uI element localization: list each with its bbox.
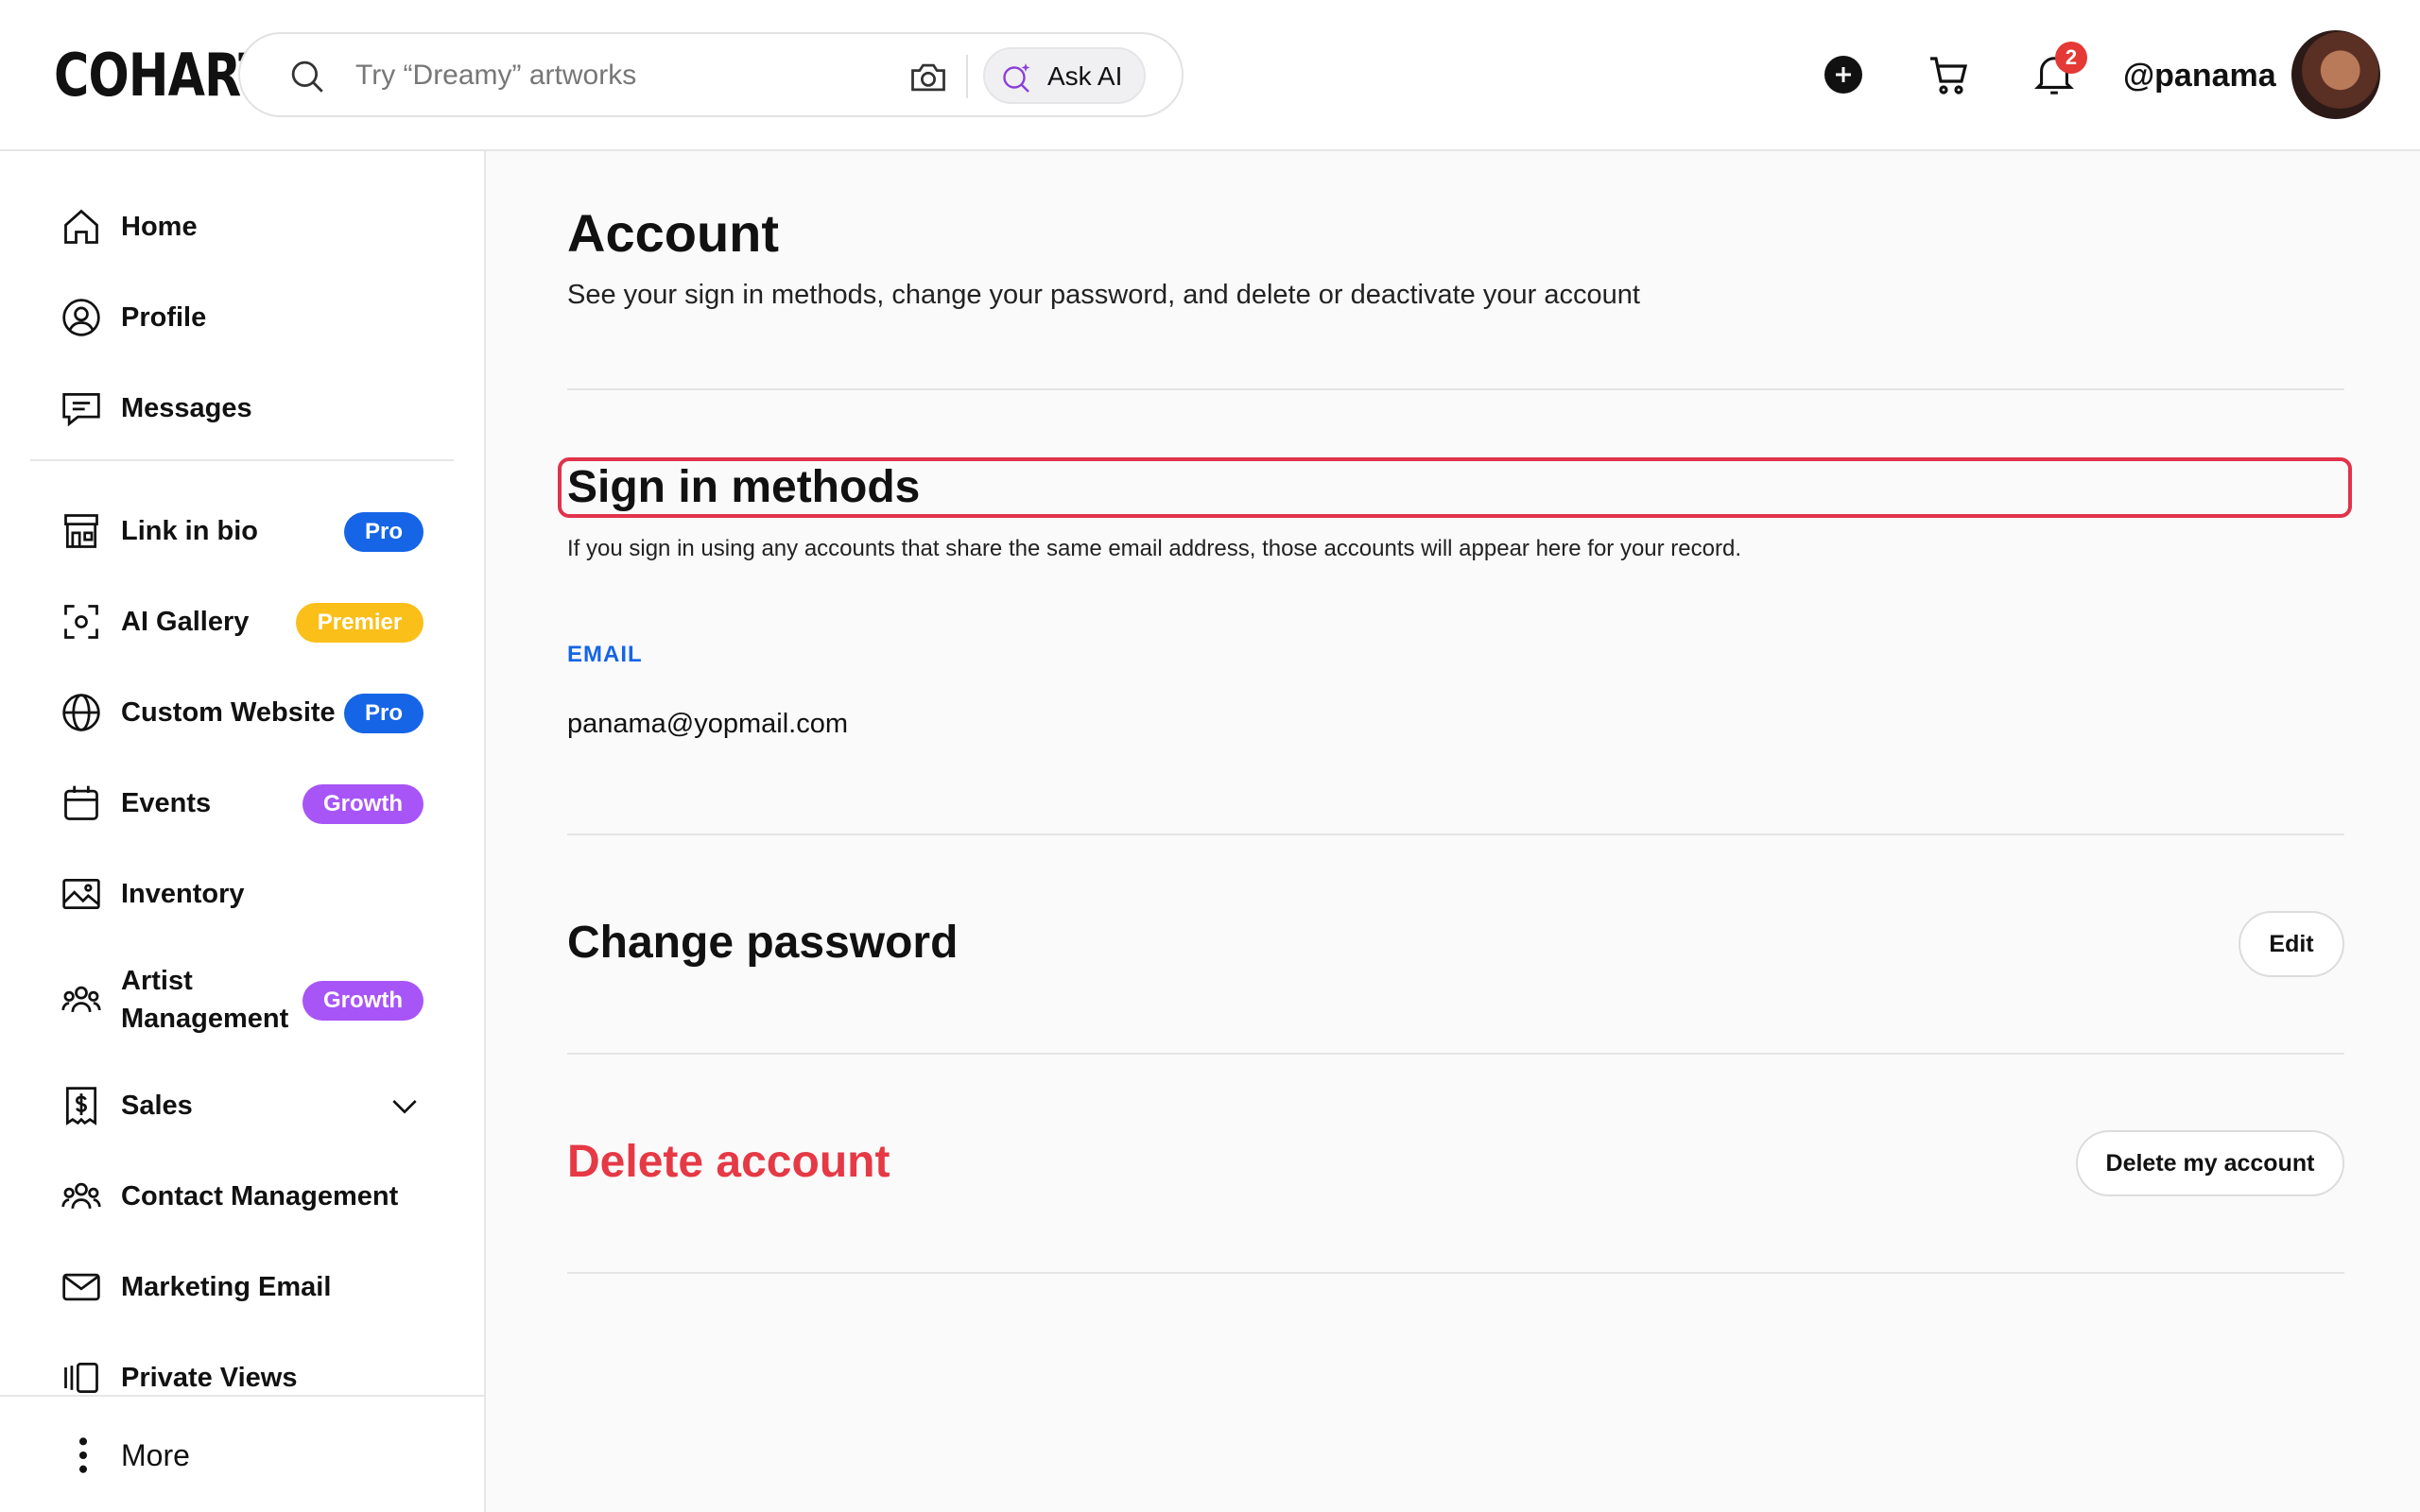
search-input[interactable]: Try “Dreamy” artworks [355,56,636,95]
avatar[interactable] [2291,30,2380,119]
sign-in-methods-description: If you sign in using any accounts that s… [567,536,1741,561]
search-bar[interactable]: Try “Dreamy” artworks Ask AI [238,32,1184,117]
label-line-2: Management [121,1004,289,1034]
more-label: More [121,1438,190,1472]
sidebar-item-label: Sales [121,1091,193,1121]
image-icon [62,878,100,910]
sidebar-item-home[interactable]: Home [0,189,484,265]
premier-badge: Premier [296,603,424,643]
sidebar-item-label: Contact Management [121,1181,399,1211]
delete-account-button[interactable]: Delete my account [2076,1130,2344,1196]
sidebar-item-artist-management[interactable]: Artist Management Growth [0,962,484,1038]
ask-ai-label: Ask AI [1047,61,1123,91]
sidebar-more[interactable]: More [0,1395,484,1512]
pro-badge: Pro [344,694,424,733]
search-icon [291,60,323,93]
growth-badge: Growth [302,981,424,1021]
calendar-icon [64,785,98,820]
more-vertical-icon [78,1437,88,1473]
label-line-1: Artist [121,966,193,996]
sidebar-item-label: Marketing Email [121,1272,332,1302]
people-icon [61,986,101,1012]
username-label[interactable]: @panama [2123,55,2276,96]
plus-icon [1836,67,1851,82]
dollar-doc-icon [65,1087,97,1125]
create-button[interactable] [1824,56,1862,94]
sidebar-item-label: Messages [121,393,252,423]
pro-badge: Pro [344,512,424,552]
sidebar: Home Profile Messages Link in bio Pro AI… [0,151,486,1512]
ai-scan-icon [64,605,98,639]
email-value: panama@yopmail.com [567,709,849,739]
page-subtitle: See your sign in methods, change your pa… [567,280,1640,310]
cart-icon[interactable] [1927,53,1972,98]
sidebar-item-inventory[interactable]: Inventory [0,856,484,932]
sidebar-item-sales[interactable]: Sales [0,1068,484,1143]
chevron-down-icon[interactable] [386,1087,424,1125]
change-password-title: Change password [567,918,959,968]
top-header: COHART Try “Dreamy” artworks Ask AI 2 @p… [0,0,2420,151]
section-divider [567,1053,2344,1055]
growth-badge: Growth [302,784,424,824]
ai-sparkle-icon [1003,63,1030,93]
sign-in-methods-title: Sign in methods [567,462,921,512]
sidebar-item-label: Profile [121,302,207,333]
sidebar-item-label: Link in bio [121,516,258,546]
home-icon [64,209,98,244]
sidebar-item-label: Artist Management [121,962,310,1038]
sidebar-item-label: AI Gallery [121,607,250,637]
camera-icon[interactable] [908,57,949,98]
sidebar-item-label: Events [121,788,212,818]
delete-account-title: Delete account [567,1137,890,1187]
account-page: Account See your sign in methods, change… [488,153,2420,1512]
sidebar-item-ai-gallery[interactable]: AI Gallery Premier [0,584,484,660]
section-divider [567,388,2344,390]
globe-icon [62,694,100,731]
sidebar-item-label: Home [121,212,198,242]
sidebar-item-contact-management[interactable]: Contact Management [0,1159,484,1234]
section-divider [567,1272,2344,1274]
notification-badge: 2 [2055,42,2087,74]
contacts-icon [61,1182,101,1209]
search-divider [966,55,968,98]
messages-icon [62,392,100,427]
sidebar-item-link-in-bio[interactable]: Link in bio Pro [0,493,484,569]
sidebar-item-messages[interactable]: Messages [0,370,484,446]
section-divider [567,833,2344,835]
profile-icon [62,299,100,336]
sidebar-item-marketing-email[interactable]: Marketing Email [0,1249,484,1325]
ask-ai-button[interactable]: Ask AI [983,47,1146,104]
sidebar-item-custom-website[interactable]: Custom Website Pro [0,675,484,750]
sidebar-divider [30,459,454,461]
page-title: Account [567,203,779,263]
edit-password-button[interactable]: Edit [2238,911,2344,977]
sidebar-item-label: Private Views [121,1363,298,1393]
sidebar-item-label: Inventory [121,879,245,909]
private-views-icon [64,1362,98,1394]
email-label: EMAIL [567,642,643,667]
sidebar-item-events[interactable]: Events Growth [0,765,484,841]
storefront-icon [64,514,98,548]
sidebar-item-label: Custom Website [121,697,336,728]
sidebar-item-profile[interactable]: Profile [0,280,484,355]
mail-icon [62,1273,100,1301]
